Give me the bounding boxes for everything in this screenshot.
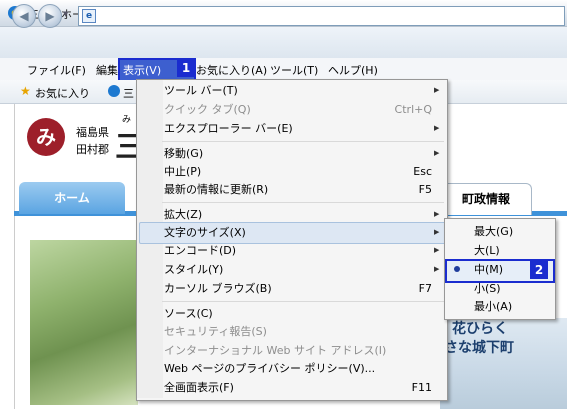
menu-item-style[interactable]: スタイル(Y) xyxy=(164,260,223,279)
tab-title[interactable]: 三 xyxy=(123,85,134,101)
menu-item-refresh[interactable]: 最新の情報に更新(R) xyxy=(164,180,268,199)
submenu-arrow-icon: ▶ xyxy=(434,86,440,94)
menu-item-encoding[interactable]: エンコード(D) xyxy=(164,241,236,260)
shortcut-caret-browsing: F7 xyxy=(418,282,432,295)
page-favicon-icon: e xyxy=(82,9,96,23)
tab-ie-icon xyxy=(108,85,120,97)
menu-item-privacy-policy[interactable]: Web ページのプライバシー ポリシー(V)... xyxy=(164,359,375,378)
menu-file[interactable]: ファイル(F) xyxy=(27,62,86,78)
menu-favorites[interactable]: お気に入り(A) xyxy=(196,62,267,78)
text-size-larger[interactable]: 大(L) xyxy=(474,241,500,260)
prefecture-label: 福島県 xyxy=(76,126,109,139)
address-field[interactable] xyxy=(78,6,565,26)
menu-item-text-size[interactable]: 文字のサイズ(X) xyxy=(164,223,246,242)
submenu-arrow-icon: ▶ xyxy=(434,228,440,236)
shortcut-stop: Esc xyxy=(413,165,432,178)
back-arrow-icon[interactable]: ◀ xyxy=(12,4,36,28)
step-badge-2: 2 xyxy=(530,261,548,279)
banner-caption-2: さな城下町 xyxy=(444,340,514,356)
submenu-arrow-icon: ▶ xyxy=(434,210,440,218)
favorites-button[interactable]: お気に入り xyxy=(35,85,90,101)
menu-item-intl-address: インターナショナル Web サイト アドレス(I) xyxy=(164,344,387,357)
district-label: 田村郡 xyxy=(76,143,109,156)
menu-item-toolbars[interactable]: ツール バー(T) xyxy=(164,81,238,100)
menu-help[interactable]: ヘルプ(H) xyxy=(328,62,378,78)
menu-tools[interactable]: ツール(T) xyxy=(270,62,318,78)
history-dropdown-icon[interactable]: ▼ xyxy=(63,10,68,18)
shortcut-quick-tabs: Ctrl+Q xyxy=(394,103,432,116)
menu-item-go-to[interactable]: 移動(G) xyxy=(164,144,203,163)
menu-item-zoom[interactable]: 拡大(Z) xyxy=(164,205,202,224)
text-size-largest[interactable]: 最大(G) xyxy=(474,222,513,241)
menu-separator xyxy=(162,301,444,302)
menu-item-source[interactable]: ソース(C) xyxy=(164,304,213,323)
submenu-arrow-icon: ▶ xyxy=(434,265,440,273)
text-size-medium[interactable]: 中(M) xyxy=(474,260,503,279)
radio-selected-icon xyxy=(454,266,460,272)
town-logo[interactable]: み xyxy=(27,118,65,156)
shortcut-full-screen: F11 xyxy=(411,381,432,394)
submenu-arrow-icon: ▶ xyxy=(434,149,440,157)
text-size-smaller[interactable]: 小(S) xyxy=(474,279,501,298)
banner-caption-1: 花ひらく xyxy=(452,321,508,337)
menu-item-full-screen[interactable]: 全画面表示(F) xyxy=(164,378,234,397)
menu-separator xyxy=(162,141,444,142)
navigation-bar xyxy=(0,27,567,58)
menu-separator xyxy=(162,202,444,203)
menu-view[interactable]: 表示(V) xyxy=(123,62,161,78)
menu-item-security-report: セキュリティ報告(S) xyxy=(164,325,267,338)
menu-item-quick-tabs: クイック タブ(Q) xyxy=(164,103,251,116)
nav-home-tab[interactable]: ホーム xyxy=(19,182,125,214)
submenu-arrow-icon: ▶ xyxy=(434,246,440,254)
menu-item-explorer-bar[interactable]: エクスプローラー バー(E) xyxy=(164,119,293,138)
text-size-smallest[interactable]: 最小(A) xyxy=(474,297,512,316)
shortcut-refresh: F5 xyxy=(418,183,432,196)
nav-government-tab[interactable]: 町政情報 xyxy=(440,183,532,215)
forward-arrow-icon[interactable]: ▶ xyxy=(38,4,62,28)
step-badge-1: 1 xyxy=(177,59,195,77)
hillside-photo xyxy=(30,240,138,405)
star-icon[interactable]: ★ xyxy=(20,84,31,98)
menu-item-stop[interactable]: 中止(P) xyxy=(164,162,201,181)
menu-item-caret-browsing[interactable]: カーソル ブラウズ(B) xyxy=(164,279,272,298)
submenu-arrow-icon: ▶ xyxy=(434,124,440,132)
